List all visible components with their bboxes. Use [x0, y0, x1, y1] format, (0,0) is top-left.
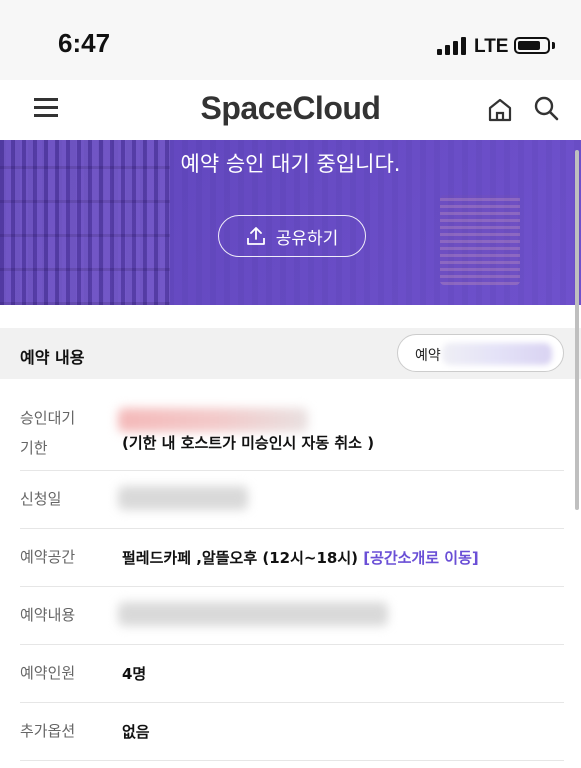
row-label: 승인대기 기한 — [20, 406, 75, 460]
redacted-text — [442, 343, 552, 365]
row-value: 없음 — [122, 723, 150, 741]
space-intro-link[interactable]: [공간소개로 이동] — [363, 549, 479, 567]
detail-row-apply-date: 신청일 — [20, 470, 564, 529]
signal-icon — [437, 37, 467, 55]
status-time: 6:47 — [58, 28, 111, 58]
scrollbar[interactable] — [575, 150, 579, 510]
row-label-line2: 기한 — [20, 439, 48, 457]
status-bar: 6:47 LTE — [0, 0, 581, 80]
redacted-text — [118, 408, 308, 432]
network-label: LTE — [474, 36, 509, 57]
detail-row-people: 예약인원 4명 — [20, 644, 564, 703]
hero-title: 예약 승인 대기 중입니다. — [180, 152, 401, 176]
row-label: 신청일 — [20, 490, 62, 508]
row-label: 예약내용 — [20, 606, 76, 624]
detail-row-content: 예약내용 — [20, 586, 564, 645]
row-label: 추가옵션 — [20, 722, 76, 740]
section-title: 예약 내용 — [20, 348, 85, 367]
redacted-text — [118, 602, 388, 626]
row-label: 예약공간 — [20, 548, 76, 566]
battery-cap — [552, 42, 555, 49]
share-icon — [246, 227, 265, 245]
row-value: 4명 — [122, 665, 147, 683]
row-label-line1: 승인대기 — [20, 409, 76, 427]
row-value: (기한 내 호스트가 미승인시 자동 취소 ) — [122, 434, 375, 452]
app-header: SpaceCloud — [0, 80, 581, 140]
space-name: 펄레드카페 ,알뜰오후 (12시~18시) — [122, 549, 358, 567]
row-label: 예약인원 — [20, 664, 76, 682]
home-icon[interactable] — [486, 96, 514, 124]
hero-banner: 예약 승인 대기 중입니다. 공유하기 — [0, 140, 581, 305]
detail-row-space: 예약공간 펄레드카페 ,알뜰오후 (12시~18시) [공간소개로 이동] — [20, 528, 564, 587]
reservation-button-label: 예약 — [415, 348, 441, 364]
reservation-button[interactable]: 예약 — [397, 334, 564, 372]
share-label: 공유하기 — [275, 228, 339, 249]
search-icon[interactable] — [532, 94, 560, 122]
battery-icon — [514, 37, 550, 54]
detail-row-deadline: 승인대기 기한 (기한 내 호스트가 미승인시 자동 취소 ) — [20, 388, 564, 471]
redacted-text — [118, 486, 248, 510]
detail-row-options: 추가옵션 없음 — [20, 702, 564, 761]
row-value: 펄레드카페 ,알뜰오후 (12시~18시) [공간소개로 이동] — [122, 547, 479, 568]
reservation-section-header: 예약 내용 예약 — [0, 328, 581, 379]
share-button[interactable]: 공유하기 — [218, 215, 366, 257]
